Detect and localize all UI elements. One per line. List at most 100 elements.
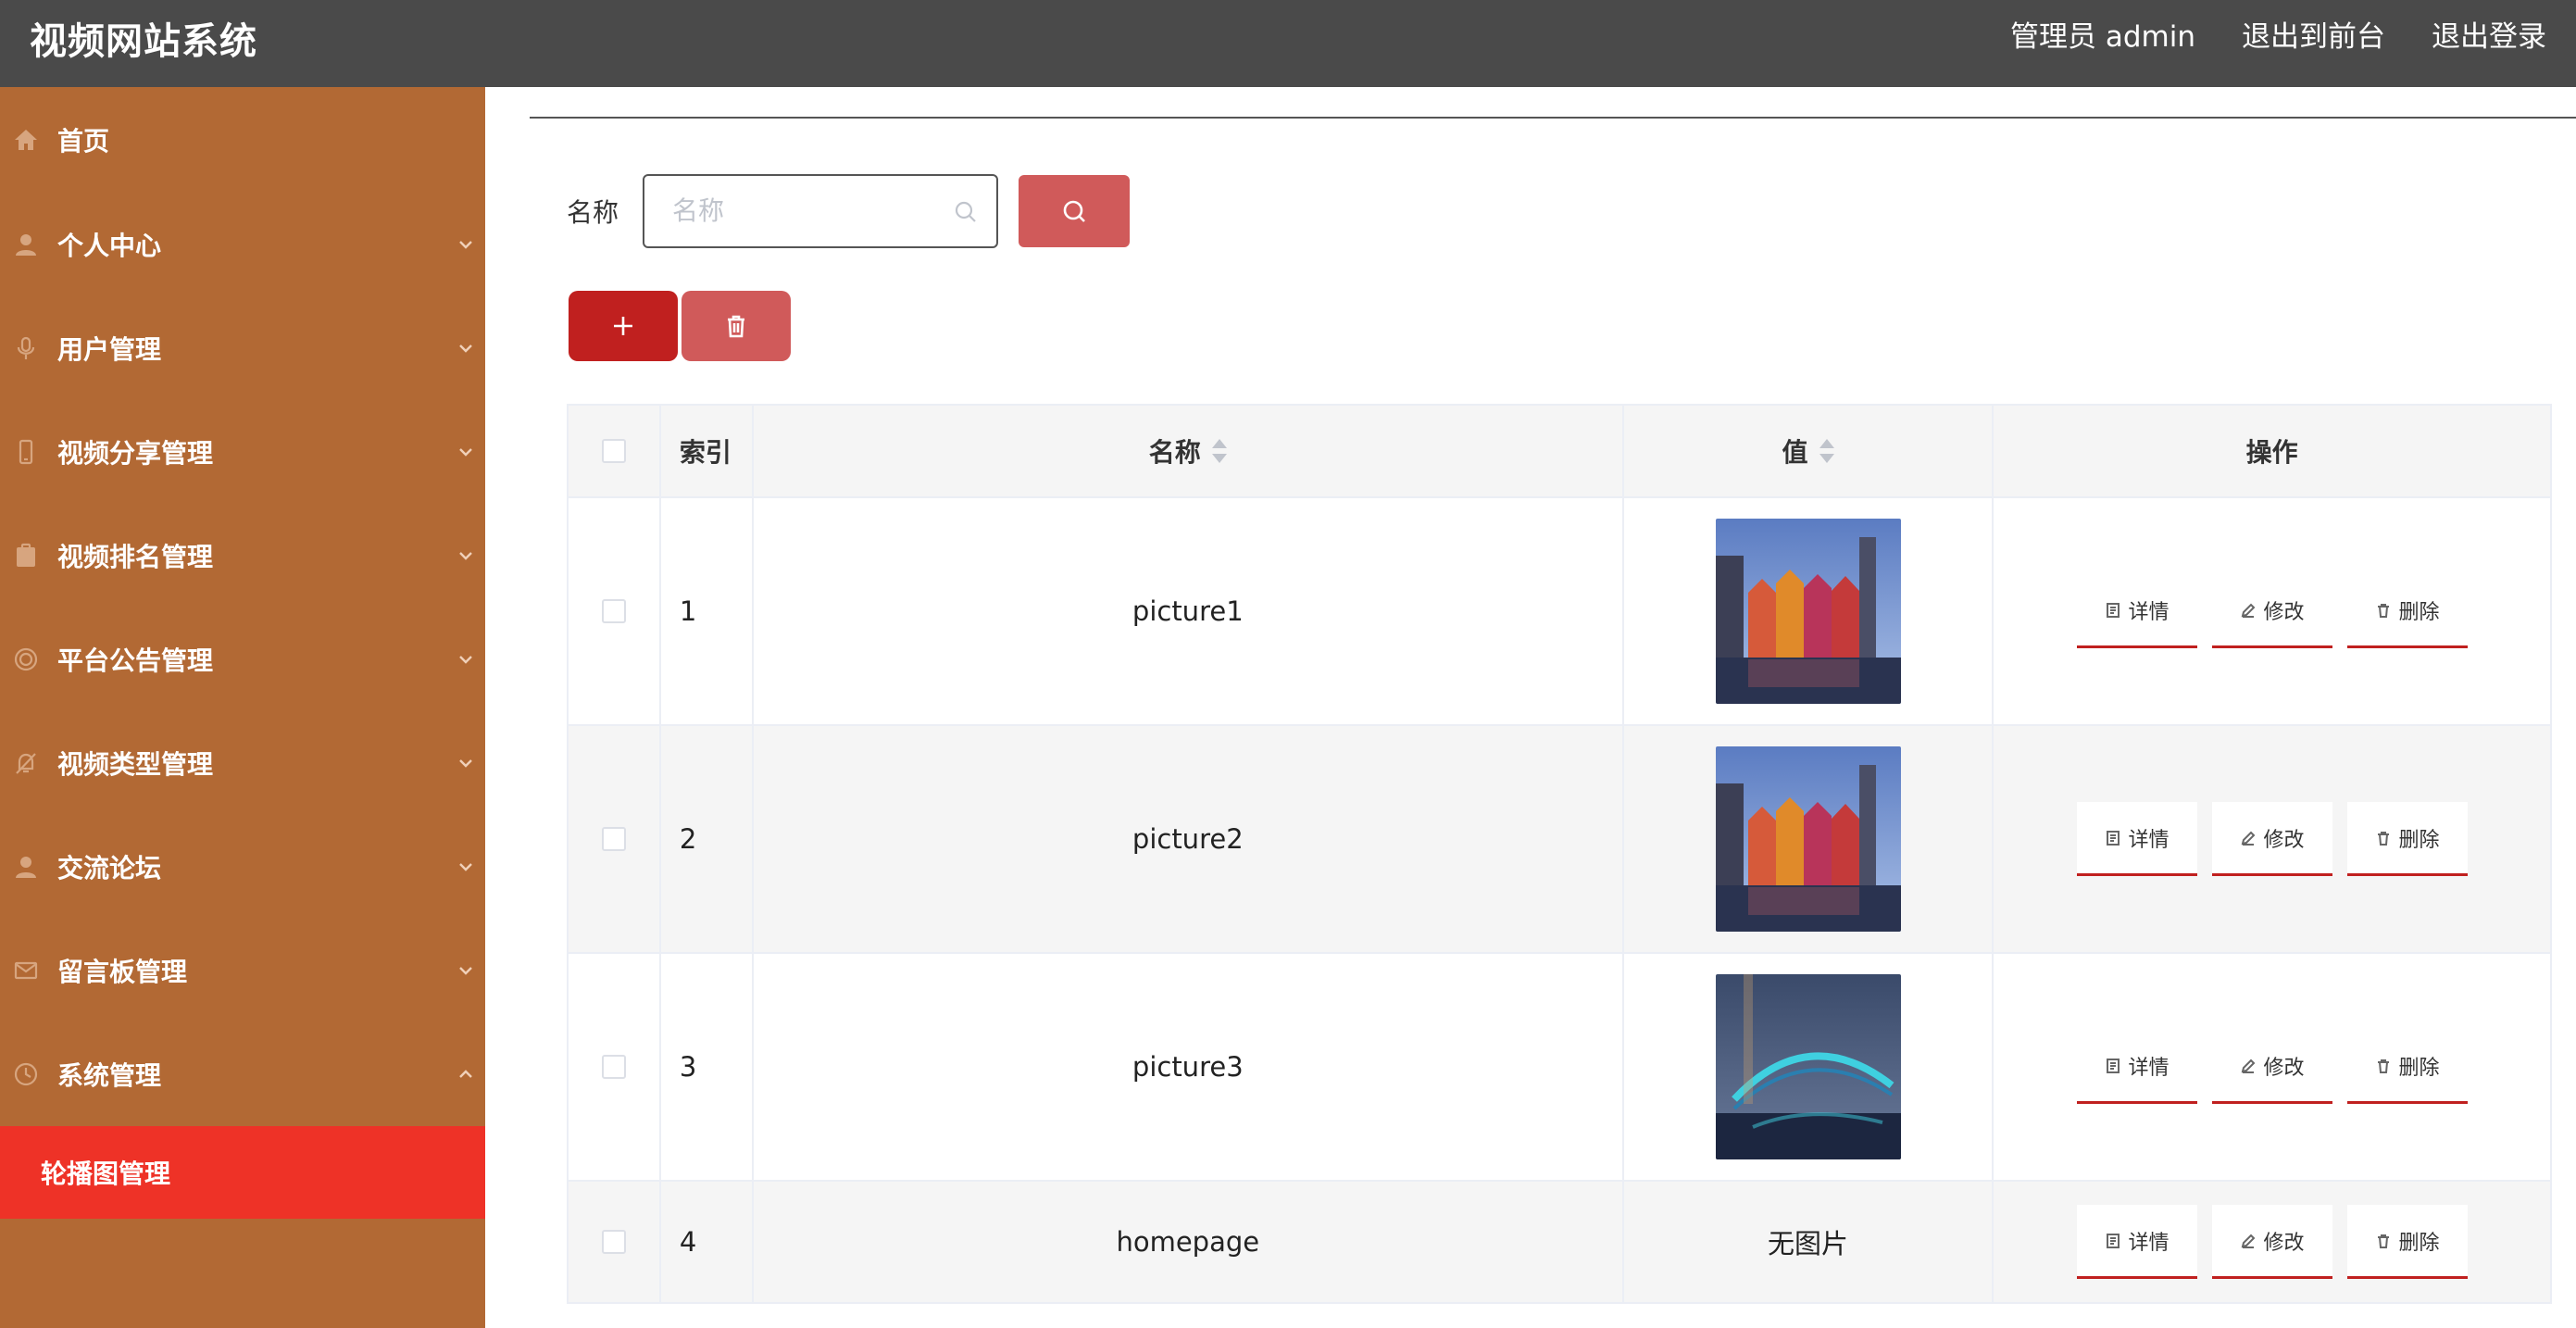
table-row: 2 picture2 详情 修改 删除 (569, 726, 2550, 954)
sidebar-item-message-board[interactable]: 留言板管理 (0, 919, 485, 1022)
pencil-icon (2241, 603, 2255, 618)
user-icon (13, 854, 39, 880)
chevron-down-icon (457, 962, 474, 979)
sort-icon (1819, 439, 1834, 463)
row-thumbnail-image[interactable] (1715, 974, 1901, 1159)
sidebar-item-announcement[interactable]: 平台公告管理 (0, 608, 485, 711)
detail-button[interactable]: 详情 (2076, 802, 2197, 876)
sidebar-item-label: 系统管理 (57, 1060, 162, 1091)
sidebar-item-label: 视频分享管理 (57, 438, 214, 469)
chevron-down-icon (457, 340, 474, 357)
sidebar-item-system-management[interactable]: 系统管理 (0, 1022, 485, 1126)
sidebar-item-video-share[interactable]: 视频分享管理 (0, 400, 485, 504)
row-thumbnail-image[interactable] (1715, 519, 1901, 704)
document-icon (2106, 1058, 2120, 1073)
edit-button[interactable]: 修改 (2211, 1030, 2332, 1104)
app-title: 视频网站系统 (30, 20, 257, 63)
phone-icon (13, 439, 39, 465)
sidebar-item-user-management[interactable]: 用户管理 (0, 296, 485, 400)
header-value-sortable[interactable]: 值 (1624, 406, 1995, 496)
row-index: 4 (679, 1226, 697, 1258)
delete-button[interactable]: 删除 (2346, 1205, 2468, 1279)
document-icon (2106, 1233, 2120, 1248)
chevron-down-icon (457, 236, 474, 253)
row-checkbox[interactable] (601, 1230, 626, 1254)
sort-icon (1211, 439, 1227, 463)
row-checkbox[interactable] (601, 827, 626, 851)
row-index: 3 (679, 1051, 697, 1083)
trash-icon (2377, 603, 2389, 618)
chevron-up-icon (457, 1066, 474, 1083)
trash-icon (2377, 831, 2389, 846)
add-button[interactable] (569, 291, 678, 361)
exit-to-front-link[interactable]: 退出到前台 (2242, 13, 2385, 55)
sidebar-subitem-label: 轮播图管理 (41, 1159, 171, 1189)
detail-button[interactable]: 详情 (2076, 1030, 2197, 1104)
sidebar-item-personal-center[interactable]: 个人中心 (0, 193, 485, 296)
header-name-sortable[interactable]: 名称 (754, 406, 1624, 496)
sidebar-item-label: 视频排名管理 (57, 542, 214, 572)
home-icon (13, 127, 39, 153)
select-all-checkbox[interactable] (601, 439, 626, 463)
header-index: 索引 (679, 437, 732, 468)
circle-icon (13, 646, 39, 672)
row-actions: 详情 修改 删除 (2076, 1205, 2468, 1279)
search-input[interactable] (672, 176, 951, 244)
chevron-down-icon (457, 755, 474, 771)
detail-button[interactable]: 详情 (2076, 574, 2197, 648)
edit-button[interactable]: 修改 (2211, 802, 2332, 876)
sidebar-item-forum[interactable]: 交流论坛 (0, 815, 485, 919)
row-actions: 详情 修改 删除 (2076, 1030, 2468, 1104)
delete-button[interactable]: 删除 (2346, 802, 2468, 876)
logout-link[interactable]: 退出登录 (2432, 13, 2546, 55)
bell-off-icon (13, 750, 39, 776)
search-bar: 名称 (567, 174, 1131, 248)
clipboard-icon (13, 543, 39, 569)
detail-button[interactable]: 详情 (2076, 1205, 2197, 1279)
plus-icon (614, 317, 632, 335)
search-icon (1063, 200, 1085, 222)
sidebar-item-label: 个人中心 (57, 231, 162, 261)
chevron-down-icon (457, 858, 474, 875)
sidebar-item-label: 视频类型管理 (57, 749, 214, 780)
row-checkbox[interactable] (601, 1055, 626, 1079)
sidebar-subitem-carousel-management[interactable]: 轮播图管理 (0, 1126, 485, 1219)
clock-icon (13, 1061, 39, 1087)
batch-delete-button[interactable] (682, 291, 791, 361)
pencil-icon (2241, 831, 2255, 846)
user-icon (13, 232, 39, 257)
header-actions: 管理员 admin 退出到前台 退出登录 (2010, 13, 2546, 55)
table-row: 3 picture3 详情 修改 删除 (569, 954, 2550, 1182)
row-thumbnail-image[interactable] (1715, 746, 1901, 932)
chevron-down-icon (457, 547, 474, 564)
trash-icon (2377, 1059, 2389, 1073)
row-name: picture1 (1132, 595, 1244, 627)
data-table: 索引 名称 值 操作 1 picture1 详情 修改 删除 2 picture… (567, 404, 2552, 1304)
sidebar-item-video-type[interactable]: 视频类型管理 (0, 711, 485, 815)
trash-icon (728, 315, 744, 338)
row-name: homepage (1116, 1226, 1260, 1258)
edit-button[interactable]: 修改 (2211, 1205, 2332, 1279)
document-icon (2106, 602, 2120, 618)
delete-button[interactable]: 删除 (2346, 574, 2468, 648)
delete-button[interactable]: 删除 (2346, 1030, 2468, 1104)
row-actions: 详情 修改 删除 (2076, 574, 2468, 648)
mail-icon (13, 958, 39, 983)
pencil-icon (2241, 1059, 2255, 1073)
table-row: 1 picture1 详情 修改 删除 (569, 498, 2550, 726)
sidebar-item-home[interactable]: 首页 (0, 87, 485, 193)
document-icon (2106, 830, 2120, 846)
row-actions: 详情 修改 删除 (2076, 802, 2468, 876)
search-button[interactable] (1019, 175, 1131, 247)
row-checkbox[interactable] (601, 599, 626, 623)
search-label: 名称 (567, 197, 619, 228)
sidebar-item-label: 用户管理 (57, 334, 162, 365)
admin-label: 管理员 admin (2010, 20, 2195, 54)
row-value-text: 无图片 (1768, 1228, 1849, 1259)
toolbar (569, 291, 791, 361)
row-index: 1 (679, 595, 697, 627)
sidebar-item-video-ranking[interactable]: 视频排名管理 (0, 504, 485, 608)
header-name: 名称 (1148, 437, 1201, 468)
edit-button[interactable]: 修改 (2211, 574, 2332, 648)
content-divider (530, 117, 2576, 119)
